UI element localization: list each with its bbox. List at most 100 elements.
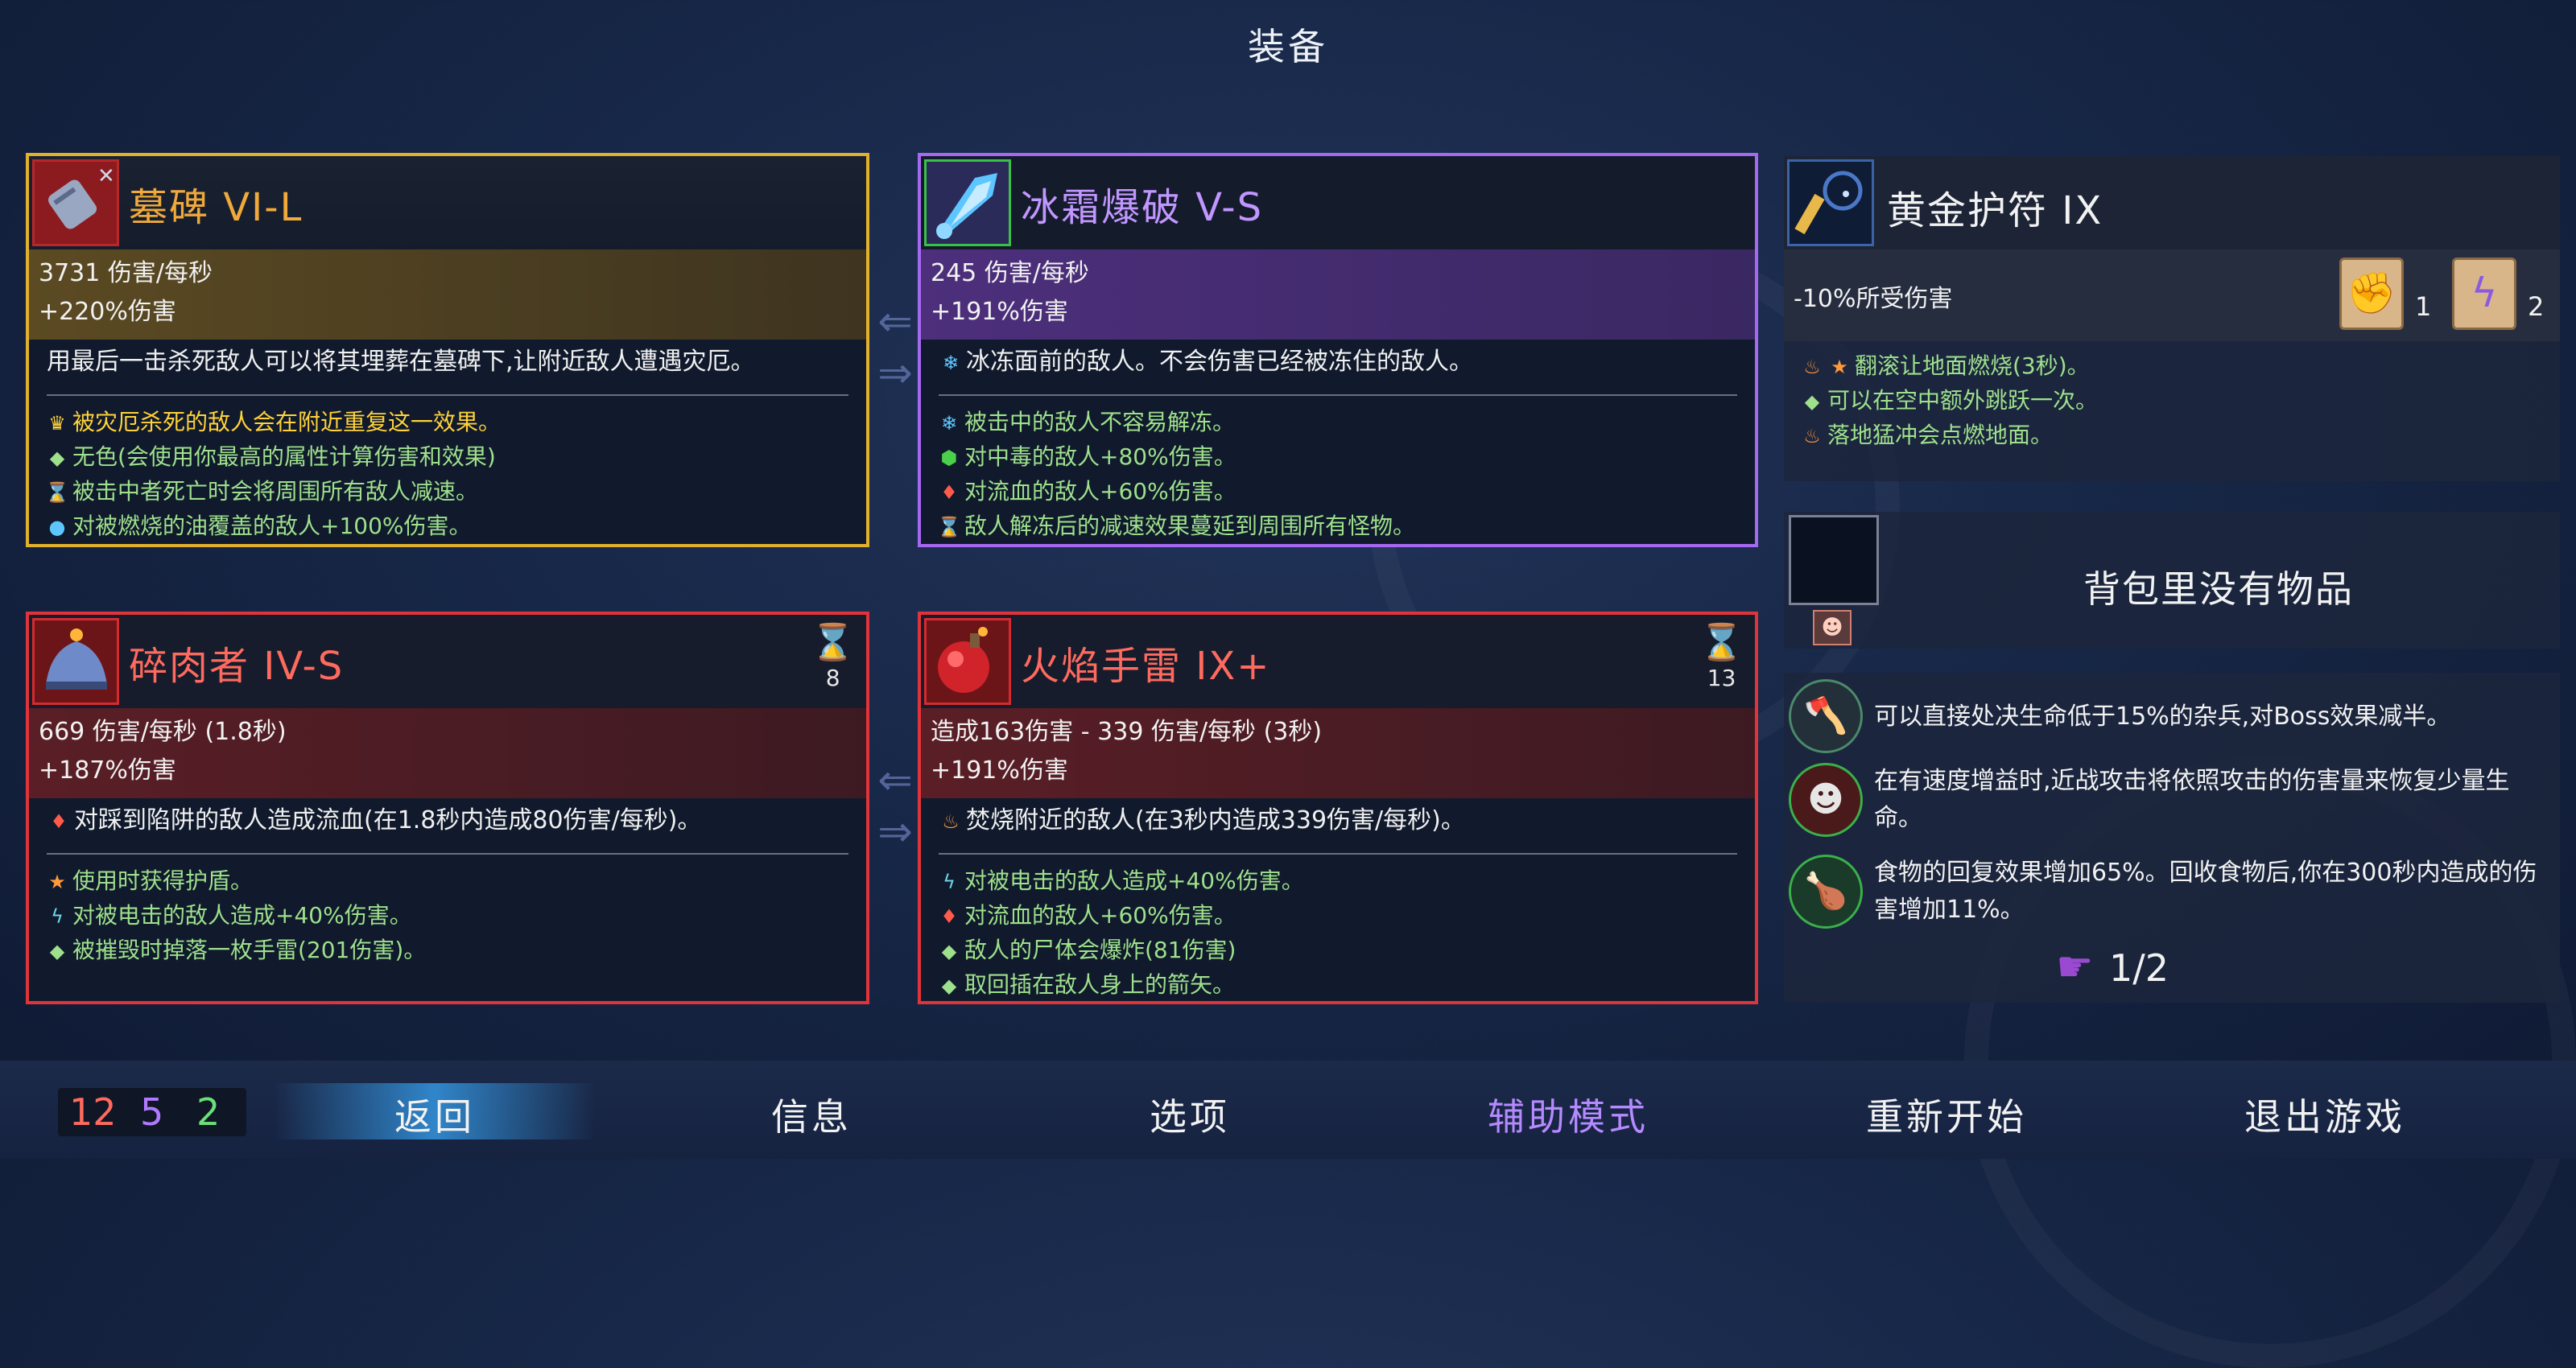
amulet-affix: ◆ 可以在空中额外跳跃一次。 — [1800, 384, 2098, 418]
damage-bonus-stat: +220%伤害 — [39, 298, 176, 326]
crown-icon: ♛ — [48, 412, 66, 435]
affix-text: 被摧毁时掉落一枚手雷(201伤害)。 — [72, 937, 427, 963]
fire-icon: ♨ — [942, 810, 960, 833]
card-header: ✕ 墓碑 VI-L — [29, 156, 866, 249]
affix: ◆ 取回插在敌人身上的箭矢。 — [937, 968, 1747, 1001]
affix: ♦ 对流血的敌人+60%伤害。 — [937, 475, 1747, 509]
diamond-icon: ◆ — [49, 940, 65, 962]
affix-text: 翻滚让地面燃烧(3秒)。 — [1855, 352, 2090, 379]
amulet-header: 黄金护符 IX — [1784, 156, 2560, 249]
affix-text: 敌人解冻后的减速效果蔓延到周围所有怪物。 — [964, 513, 1416, 539]
food-mutation-icon[interactable]: 🍗 — [1789, 855, 1863, 929]
menu-restart[interactable]: 重新开始 — [1785, 1088, 2107, 1141]
skill-name: 火焰手雷 IX+ — [1021, 644, 1271, 689]
menu-back[interactable]: 返回 — [274, 1088, 596, 1141]
damage-bonus-stat: +191%伤害 — [931, 756, 1068, 785]
damage-stat: 造成163伤害 - 339 伤害/每秒 (3秒) — [931, 718, 1323, 746]
amulet-stats: -10%所受伤害 — [1784, 249, 2560, 341]
svg-text:✕: ✕ — [97, 164, 115, 188]
scroll-count: 2 — [2528, 291, 2545, 322]
brutality-count: 12 — [69, 1090, 117, 1134]
amulet-panel[interactable]: 黄金护符 IX -10%所受伤害 ✊ 1 ϟ 2 ♨ ★ 翻滚让地面燃烧(3秒)。 … — [1784, 156, 2560, 481]
skill-card-fire-grenade[interactable]: 火焰手雷 IX+ ⌛ 13 造成163伤害 - 339 伤害/每秒 (3秒) +… — [918, 612, 1758, 1004]
mutation-count: 1/2 — [2109, 946, 2169, 990]
affix: ◆ 敌人的尸体会爆炸(81伤害) — [937, 933, 1747, 968]
weapon-card-frost-blast[interactable]: 冰霜爆破 V-S 245 伤害/每秒 +191%伤害 ❄ 冰冻面前的敌人。不会伤害… — [918, 153, 1758, 547]
amulet-icon — [1787, 159, 1874, 246]
affix-text: 对被电击的敌人造成+40%伤害。 — [964, 867, 1304, 894]
fire-grenade-icon — [924, 618, 1011, 705]
player-face-icon: ☻ — [1813, 610, 1852, 645]
fire-icon: ♨ — [1803, 356, 1821, 378]
affix: ⌛ 敌人解冻后的减速效果蔓延到周围所有怪物。 — [937, 509, 1747, 544]
mutation-text: 食物的回复效果增加65%。回收食物后,你在300秒内造成的伤害增加11%。 — [1874, 859, 2537, 924]
description-text: 冰冻面前的敌人。不会伤害已经被冻住的敌人。 — [966, 348, 1473, 376]
stat-counters: 12 5 2 — [58, 1088, 246, 1136]
star-icon: ★ — [48, 871, 66, 893]
star-icon: ★ — [1831, 356, 1848, 378]
weapon-name: 冰霜爆破 V-S — [1021, 185, 1264, 230]
amulet-stat-text: -10%所受伤害 — [1794, 285, 1953, 313]
lightning-scroll-icon: ϟ — [2452, 258, 2516, 330]
backpack-slot[interactable] — [1789, 515, 1879, 605]
affix: ⬢ 对中毒的敌人+80%伤害。 — [937, 440, 1747, 475]
affix-list: ϟ 对被电击的敌人造成+40%伤害。 ♦ 对流血的敌人+60%伤害。 ◆ 敌人的尸体会… — [937, 864, 1747, 1001]
menu-assist-mode[interactable]: 辅助模式 — [1407, 1088, 1729, 1141]
cooldown: ⌛ 8 — [811, 621, 855, 691]
skill-name: 碎肉者 IV-S — [129, 644, 345, 689]
description-text: 焚烧附近的敌人(在3秒内造成339伤害/每秒)。 — [966, 806, 1465, 834]
damage-bonus-stat: +191%伤害 — [931, 298, 1068, 326]
diamond-icon: ◆ — [1804, 390, 1820, 413]
backpack-panel[interactable]: ☻ 背包里没有物品 — [1784, 512, 2560, 649]
backpack-empty-text: 背包里没有物品 — [2083, 567, 2354, 611]
snowflake-icon: ❄ — [942, 352, 960, 374]
affix-text: 落地猛冲会点燃地面。 — [1827, 422, 2054, 448]
card-header: 冰霜爆破 V-S — [921, 156, 1755, 249]
blood-icon: ♦ — [940, 905, 958, 928]
divider — [939, 394, 1737, 396]
weapon-stats: 245 伤害/每秒 +191%伤害 — [921, 249, 1755, 340]
affix-text: 使用时获得护盾。 — [72, 867, 254, 894]
cooldown-value: 8 — [825, 665, 840, 691]
cooldown: ⌛ 13 — [1699, 621, 1744, 691]
menu-options[interactable]: 选项 — [1029, 1088, 1351, 1141]
mutations-panel: 🪓 可以直接处决生命低于15%的杂兵,对Boss效果减半。 ☻ 在有速度增益时,… — [1784, 673, 2560, 1003]
description-text: 对踩到陷阱的敌人造成流血(在1.8秒内造成80伤害/每秒)。 — [74, 806, 702, 834]
affix-text: 敌人的尸体会爆炸(81伤害) — [964, 937, 1236, 963]
menu-info[interactable]: 信息 — [650, 1088, 972, 1141]
lightning-icon: ϟ — [51, 905, 64, 928]
amulet-affix-list: ♨ ★ 翻滚让地面燃烧(3秒)。 ◆ 可以在空中额外跳跃一次。 ♨ 落地猛冲会点燃地面。 — [1800, 349, 2098, 453]
weapon-description: 用最后一击杀死敌人可以将其埋葬在墓碑下,让附近敌人遭遇灾厄。 — [47, 348, 755, 376]
affix: ϟ 对被电击的敌人造成+40%伤害。 — [45, 899, 858, 933]
skill-stats: 造成163伤害 - 339 伤害/每秒 (3秒) +191%伤害 — [921, 708, 1755, 798]
affix-text: 对流血的敌人+60%伤害。 — [964, 478, 1236, 505]
affix: ★ 使用时获得护盾。 — [45, 864, 858, 899]
affix-text: 取回插在敌人身上的箭矢。 — [964, 971, 1236, 998]
axe-mutation-icon[interactable]: 🪓 — [1789, 679, 1863, 753]
card-header: 火焰手雷 IX+ ⌛ 13 — [921, 615, 1755, 708]
skill-description: ♨ 焚烧附近的敌人(在3秒内造成339伤害/每秒)。 — [939, 803, 1737, 839]
affix: ◆ 被摧毁时掉落一枚手雷(201伤害)。 — [45, 933, 858, 968]
diamond-icon: ◆ — [941, 974, 957, 997]
dps-stat: 3731 伤害/每秒 — [39, 259, 213, 287]
menu-quit-game[interactable]: 退出游戏 — [2164, 1088, 2486, 1141]
dps-stat: 669 伤害/每秒 (1.8秒) — [39, 718, 287, 746]
poison-icon: ⬢ — [940, 447, 958, 469]
affix-list: ♛ 被灾厄杀死的敌人会在附近重复这一效果。 ◆ 无色(会使用你最高的属性计算伤害和效… — [45, 406, 858, 544]
hourglass-icon: ⌛ — [937, 516, 961, 538]
affix-text: 可以在空中额外跳跃一次。 — [1827, 387, 2099, 414]
hourglass-icon: ⌛ — [811, 622, 855, 663]
amulet-affix: ♨ 落地猛冲会点燃地面。 — [1800, 418, 2098, 453]
snowflake-icon: ❄ — [940, 412, 958, 435]
affix-text: 对被电击的敌人造成+40%伤害。 — [72, 902, 412, 929]
heal-mutation-icon[interactable]: ☻ — [1789, 763, 1863, 837]
affix: ⌛ 被击中者死亡时会将周围所有敌人减速。 — [45, 475, 858, 509]
affix: ♛ 被灾厄杀死的敌人会在附近重复这一效果。 — [45, 406, 858, 440]
amulet-affix: ♨ ★ 翻滚让地面燃烧(3秒)。 — [1800, 349, 2098, 384]
meat-grinder-icon — [32, 618, 119, 705]
page-title: 装备 — [1248, 25, 1328, 68]
weapon-card-tombstone[interactable]: ✕ 墓碑 VI-L 3731 伤害/每秒 +220%伤害 用最后一击杀死敌人可以… — [26, 153, 869, 547]
skill-card-meat-grinder[interactable]: 碎肉者 IV-S ⌛ 8 669 伤害/每秒 (1.8秒) +187%伤害 ♦ 对… — [26, 612, 869, 1004]
hand-icon: ☛ — [2056, 943, 2094, 991]
weapon-description: ❄ 冰冻面前的敌人。不会伤害已经被冻住的敌人。 — [939, 344, 1737, 381]
